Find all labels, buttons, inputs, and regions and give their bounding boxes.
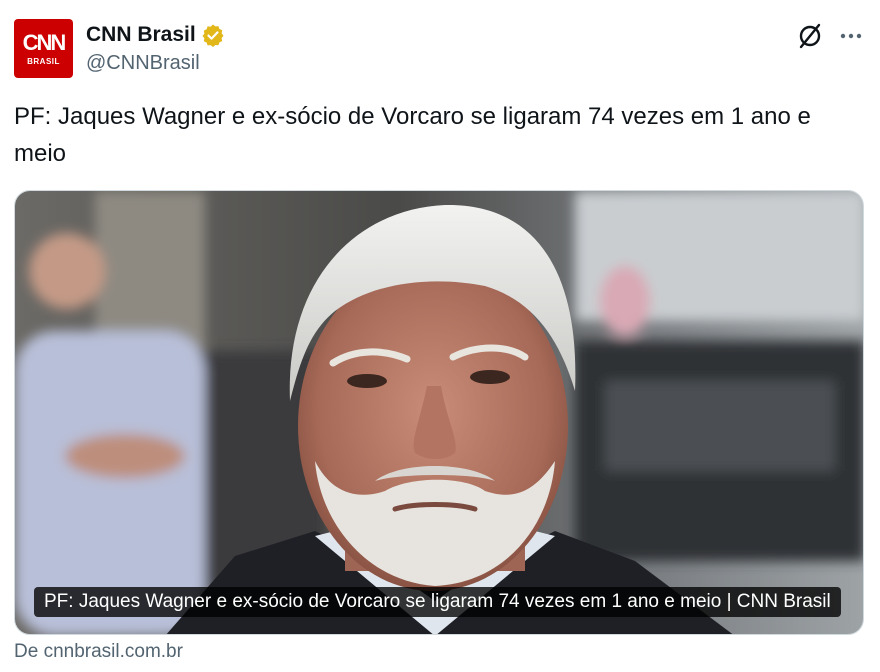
verified-badge-icon[interactable] (201, 23, 225, 47)
avatar[interactable]: CNN BRASIL (14, 19, 73, 78)
display-name[interactable]: CNN Brasil (86, 23, 196, 47)
grok-icon[interactable] (796, 22, 824, 50)
card-caption: PF: Jaques Wagner e ex-sócio de Vorcaro … (34, 587, 841, 617)
tweet-text: PF: Jaques Wagner e ex-sócio de Vorcaro … (14, 103, 811, 167)
tweet-header: CNN BRASIL CNN Brasil @CNNBrasil (14, 18, 866, 80)
account-handle[interactable]: @CNNBrasil (86, 52, 200, 75)
link-card[interactable]: PF: Jaques Wagner e ex-sócio de Vorcaro … (14, 190, 864, 635)
card-source-link[interactable]: De cnnbrasil.com.br (14, 641, 183, 663)
article-photo (15, 191, 863, 634)
more-options-icon[interactable] (838, 23, 864, 49)
avatar-logo-text: CNN (22, 30, 67, 55)
avatar-logo-subtext: BRASIL (27, 57, 60, 66)
name-line: CNN Brasil (86, 22, 225, 48)
